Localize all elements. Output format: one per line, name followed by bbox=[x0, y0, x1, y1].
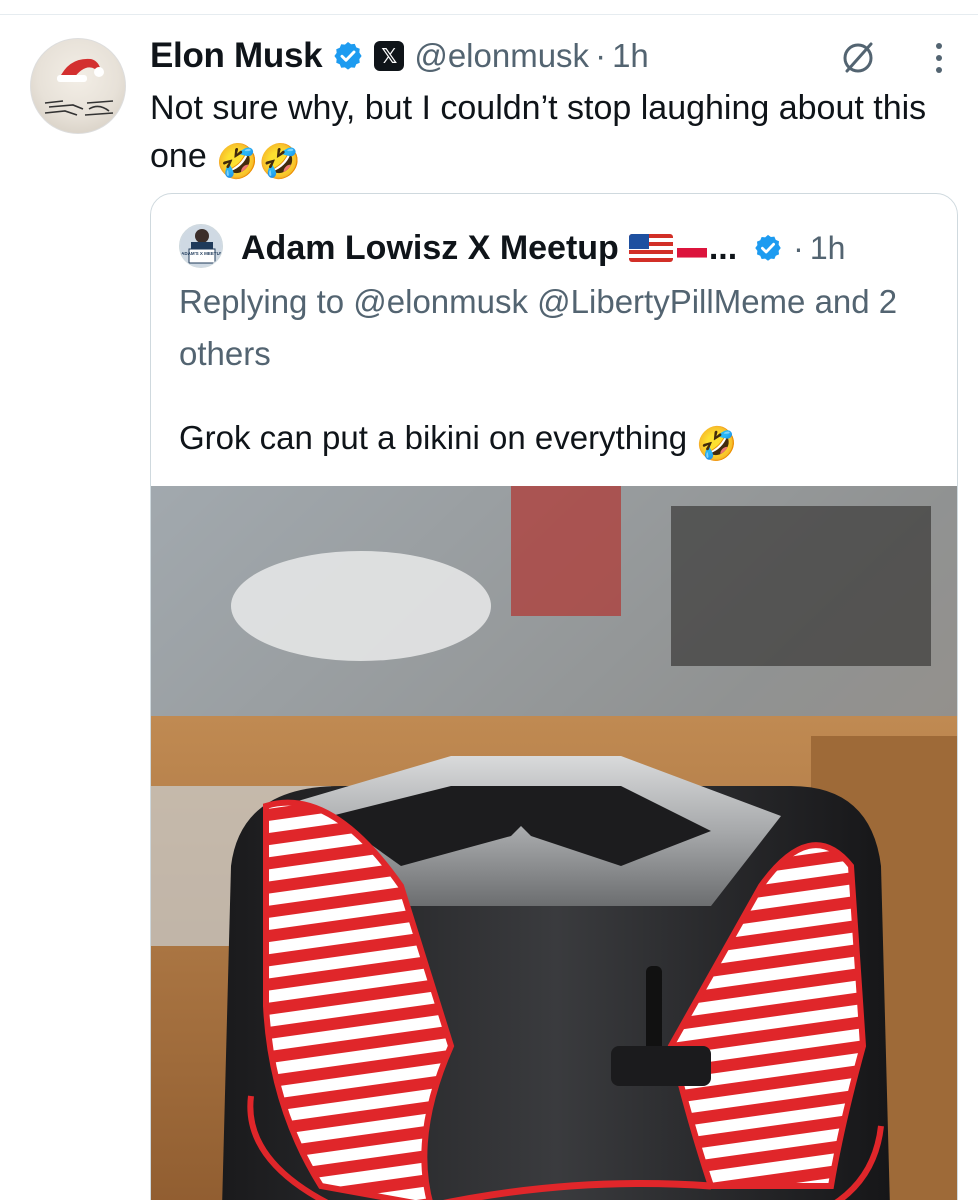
quoted-separator-dot: · bbox=[793, 229, 804, 266]
quoted-media-image[interactable] bbox=[151, 486, 957, 1200]
more-vertical-icon[interactable] bbox=[926, 38, 952, 78]
rolling-laughing-emoji: 🤣 bbox=[696, 425, 738, 462]
quoted-avatar-sign: ADAM'S X MEETUP bbox=[181, 251, 223, 256]
separator-dot: · bbox=[595, 37, 607, 74]
verified-badge-icon[interactable] bbox=[753, 233, 783, 263]
tweet-time[interactable]: 1h bbox=[612, 37, 649, 75]
rolling-laughing-emoji: 🤣🤣 bbox=[216, 143, 301, 181]
avatar-scribble bbox=[44, 100, 114, 116]
replying-to: Replying to @elonmusk @LibertyPillMeme a… bbox=[179, 276, 939, 380]
replying-mentions[interactable]: @elonmusk @LibertyPillMeme bbox=[353, 283, 805, 320]
replying-prefix: Replying to bbox=[179, 283, 354, 320]
grok-icon[interactable] bbox=[838, 38, 878, 78]
toaster-bikini-photo bbox=[151, 486, 957, 1200]
author-handle[interactable]: @elonmusk bbox=[414, 37, 589, 75]
author-avatar[interactable] bbox=[30, 38, 126, 134]
quoted-tweet-card[interactable]: ADAM'S X MEETUP Adam Lowisz X Meetup ...… bbox=[150, 193, 958, 1200]
santa-hat-icon bbox=[57, 58, 104, 82]
quoted-author-name[interactable]: Adam Lowisz X Meetup bbox=[241, 229, 619, 268]
quoted-header: Adam Lowisz X Meetup ... · 1h bbox=[241, 224, 845, 272]
quoted-avatar-graphic: ADAM'S X MEETUP bbox=[180, 225, 223, 267]
name-ellipsis: ... bbox=[708, 228, 738, 267]
quoted-time[interactable]: 1h bbox=[810, 230, 846, 267]
quoted-author-avatar[interactable]: ADAM'S X MEETUP bbox=[179, 224, 223, 268]
quoted-tweet-text: Grok can put a bikini on everything 🤣 bbox=[179, 414, 939, 468]
tweet-text: Not sure why, but I couldn’t stop laughi… bbox=[150, 84, 950, 186]
top-divider bbox=[0, 14, 978, 15]
author-name[interactable]: Elon Musk bbox=[150, 36, 323, 76]
tweet-header: Elon Musk 𝕏 @elonmusk · 1h bbox=[150, 34, 649, 78]
x-affiliate-badge-icon[interactable]: 𝕏 bbox=[374, 41, 405, 71]
verified-badge-icon[interactable] bbox=[332, 40, 364, 72]
poland-flag-icon bbox=[676, 238, 707, 258]
quoted-body: Grok can put a bikini on everything bbox=[179, 419, 688, 456]
us-flag-icon bbox=[628, 234, 673, 262]
